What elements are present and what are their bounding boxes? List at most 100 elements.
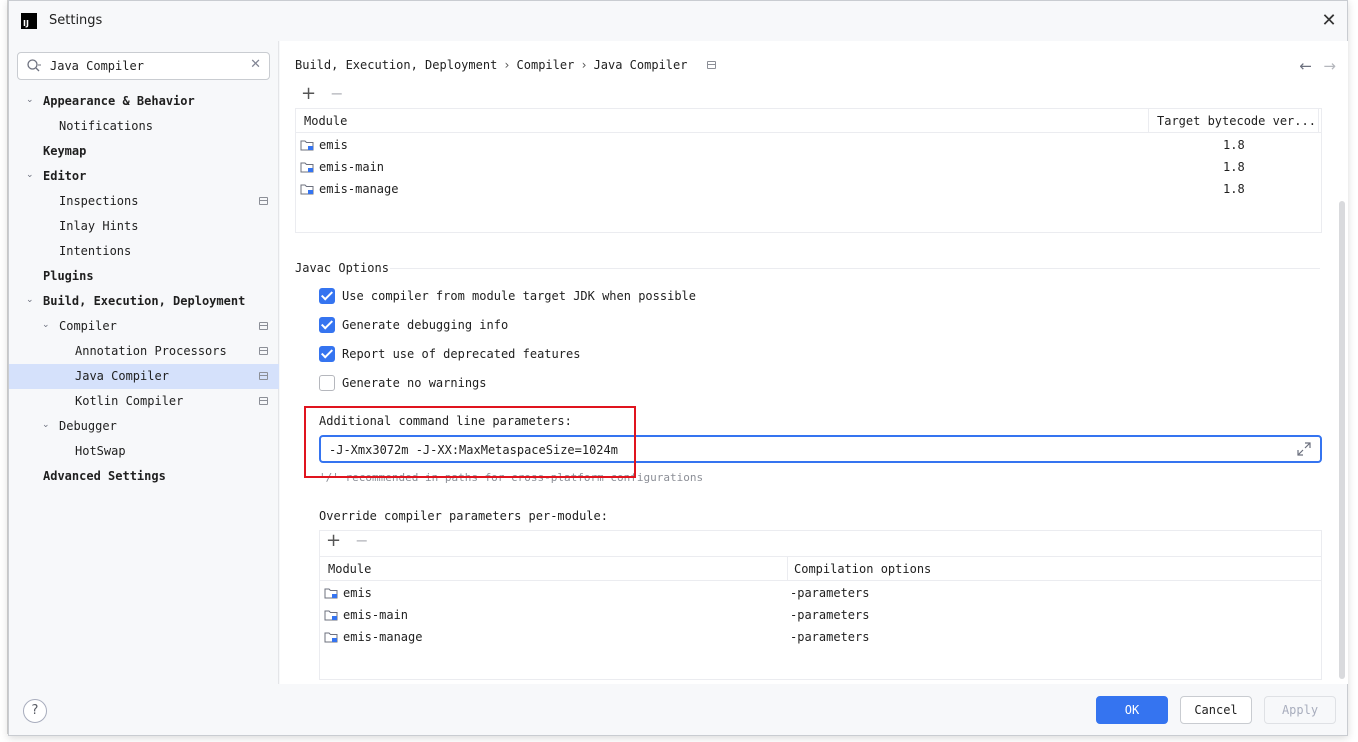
breadcrumb-item[interactable]: Compiler: [517, 58, 575, 72]
chevron-down-icon[interactable]: ⌄: [26, 170, 36, 180]
sidebar-item-notifications[interactable]: Notifications: [9, 114, 279, 139]
apply-button[interactable]: Apply: [1264, 696, 1336, 724]
compilation-options[interactable]: -parameters: [790, 630, 869, 644]
column-divider: [1318, 109, 1319, 133]
close-icon[interactable]: ✕: [1319, 11, 1339, 31]
javac-option[interactable]: Generate debugging info: [319, 315, 508, 335]
javac-option[interactable]: Generate no warnings: [319, 373, 487, 393]
sidebar-item-editor[interactable]: ⌄ Editor: [9, 164, 279, 189]
bytecode-toolbar: + −: [301, 85, 344, 103]
sidebar-item-advanced-settings[interactable]: Advanced Settings: [9, 464, 279, 489]
back-arrow-icon[interactable]: ←: [1299, 57, 1312, 75]
column-divider: [787, 557, 788, 581]
search-icon: [27, 59, 41, 72]
sidebar-item-label: Notifications: [59, 119, 153, 133]
table-header: Module Compilation options: [320, 556, 1321, 581]
module-folder-icon: [324, 609, 338, 621]
ok-button[interactable]: OK: [1096, 696, 1168, 724]
sidebar-item-label: Advanced Settings: [43, 469, 166, 483]
checkbox-label[interactable]: Report use of deprecated features: [342, 347, 580, 361]
target-version[interactable]: 1.8: [1223, 160, 1245, 174]
table-row[interactable]: emis-main -parameters: [320, 605, 1321, 627]
settings-sidebar: ✕ ⌄ Appearance & Behavior Notifications Key…: [9, 41, 279, 684]
add-icon[interactable]: +: [301, 85, 316, 103]
intellij-logo-icon: IJ: [21, 13, 37, 29]
sidebar-item-label: Compiler: [59, 319, 117, 333]
sidebar-item-compiler[interactable]: ⌄ Compiler: [9, 314, 279, 339]
checkbox[interactable]: [319, 317, 335, 333]
settings-search[interactable]: ✕: [17, 52, 270, 80]
cancel-button[interactable]: Cancel: [1180, 696, 1252, 724]
chevron-down-icon[interactable]: ⌄: [42, 420, 52, 430]
javac-options-title: Javac Options: [295, 261, 389, 275]
table-row[interactable]: emis 1.8: [296, 135, 1321, 157]
sidebar-item-java-compiler[interactable]: Java Compiler: [9, 364, 279, 389]
column-header-module[interactable]: Module: [328, 562, 371, 576]
sidebar-item-inspections[interactable]: Inspections: [9, 189, 279, 214]
table-header: Module Target bytecode ver...: [296, 109, 1321, 133]
settings-content: Build, Execution, Deployment › Compiler …: [280, 41, 1348, 684]
chevron-down-icon[interactable]: ⌄: [26, 295, 36, 305]
content-scrollbar[interactable]: [1339, 201, 1345, 679]
checkbox-label[interactable]: Generate debugging info: [342, 318, 508, 332]
sidebar-item-hotswap[interactable]: HotSwap: [9, 439, 279, 464]
override-table: + − Module Compilation options emis -para…: [319, 530, 1322, 680]
add-icon[interactable]: +: [326, 532, 341, 550]
project-scope-icon: [259, 397, 268, 405]
sidebar-item-label: Java Compiler: [75, 369, 169, 383]
search-input[interactable]: [50, 57, 240, 75]
project-scope-icon: [707, 61, 717, 69]
project-scope-icon: [259, 347, 268, 355]
sidebar-item-debugger[interactable]: ⌄ Debugger: [9, 414, 279, 439]
target-version[interactable]: 1.8: [1223, 182, 1245, 196]
sidebar-item-label: Plugins: [43, 269, 94, 283]
dialog-title: Settings: [49, 13, 103, 28]
table-row[interactable]: emis-manage 1.8: [296, 179, 1321, 201]
breadcrumb-item[interactable]: Build, Execution, Deployment: [295, 58, 497, 72]
column-header-target-version[interactable]: Target bytecode ver...: [1157, 114, 1316, 128]
compilation-options[interactable]: -parameters: [790, 608, 869, 622]
table-row[interactable]: emis-main 1.8: [296, 157, 1321, 179]
compilation-options[interactable]: -parameters: [790, 586, 869, 600]
background-editor-left: [0, 0, 8, 742]
clear-search-icon[interactable]: ✕: [250, 57, 261, 72]
sidebar-item-kotlin-compiler[interactable]: Kotlin Compiler: [9, 389, 279, 414]
table-row[interactable]: emis-manage -parameters: [320, 627, 1321, 649]
column-header-compilation-options[interactable]: Compilation options: [794, 562, 931, 576]
remove-icon[interactable]: −: [330, 86, 343, 102]
checkbox[interactable]: [319, 375, 335, 391]
checkbox[interactable]: [319, 346, 335, 362]
forward-arrow-icon[interactable]: →: [1323, 57, 1336, 75]
javac-option[interactable]: Use compiler from module target JDK when…: [319, 286, 696, 306]
sidebar-item-label: Kotlin Compiler: [75, 394, 184, 408]
project-scope-icon: [259, 322, 268, 330]
help-button[interactable]: ?: [23, 699, 47, 723]
javac-option[interactable]: Report use of deprecated features: [319, 344, 580, 364]
sidebar-item-label: Debugger: [59, 419, 117, 433]
chevron-down-icon[interactable]: ⌄: [42, 320, 52, 330]
sidebar-item-keymap[interactable]: Keymap: [9, 139, 279, 164]
checkbox-label[interactable]: Generate no warnings: [342, 376, 487, 390]
column-header-module[interactable]: Module: [304, 114, 347, 128]
bytecode-table: Module Target bytecode ver... emis 1.8 emi…: [295, 108, 1322, 233]
sidebar-item-label: HotSwap: [75, 444, 126, 458]
table-row[interactable]: emis -parameters: [320, 583, 1321, 605]
module-folder-icon: [324, 631, 338, 643]
title-bar[interactable]: IJ Settings ✕: [9, 1, 1347, 41]
breadcrumb: Build, Execution, Deployment › Compiler …: [295, 58, 717, 72]
expand-icon[interactable]: [1296, 441, 1312, 457]
project-scope-icon: [259, 372, 268, 380]
target-version[interactable]: 1.8: [1223, 138, 1245, 152]
sidebar-item-intentions[interactable]: Intentions: [9, 239, 279, 264]
sidebar-item-plugins[interactable]: Plugins: [9, 264, 279, 289]
checkbox-label[interactable]: Use compiler from module target JDK when…: [342, 289, 696, 303]
module-name: emis: [319, 138, 348, 152]
checkbox[interactable]: [319, 288, 335, 304]
remove-icon[interactable]: −: [355, 533, 368, 549]
sidebar-item-appearance-behavior[interactable]: ⌄ Appearance & Behavior: [9, 89, 279, 114]
breadcrumb-separator: ›: [503, 58, 511, 72]
sidebar-item-annotation-processors[interactable]: Annotation Processors: [9, 339, 279, 364]
sidebar-item-build-execution-deployment[interactable]: ⌄ Build, Execution, Deployment: [9, 289, 279, 314]
chevron-down-icon[interactable]: ⌄: [26, 95, 36, 105]
sidebar-item-inlay-hints[interactable]: Inlay Hints: [9, 214, 279, 239]
